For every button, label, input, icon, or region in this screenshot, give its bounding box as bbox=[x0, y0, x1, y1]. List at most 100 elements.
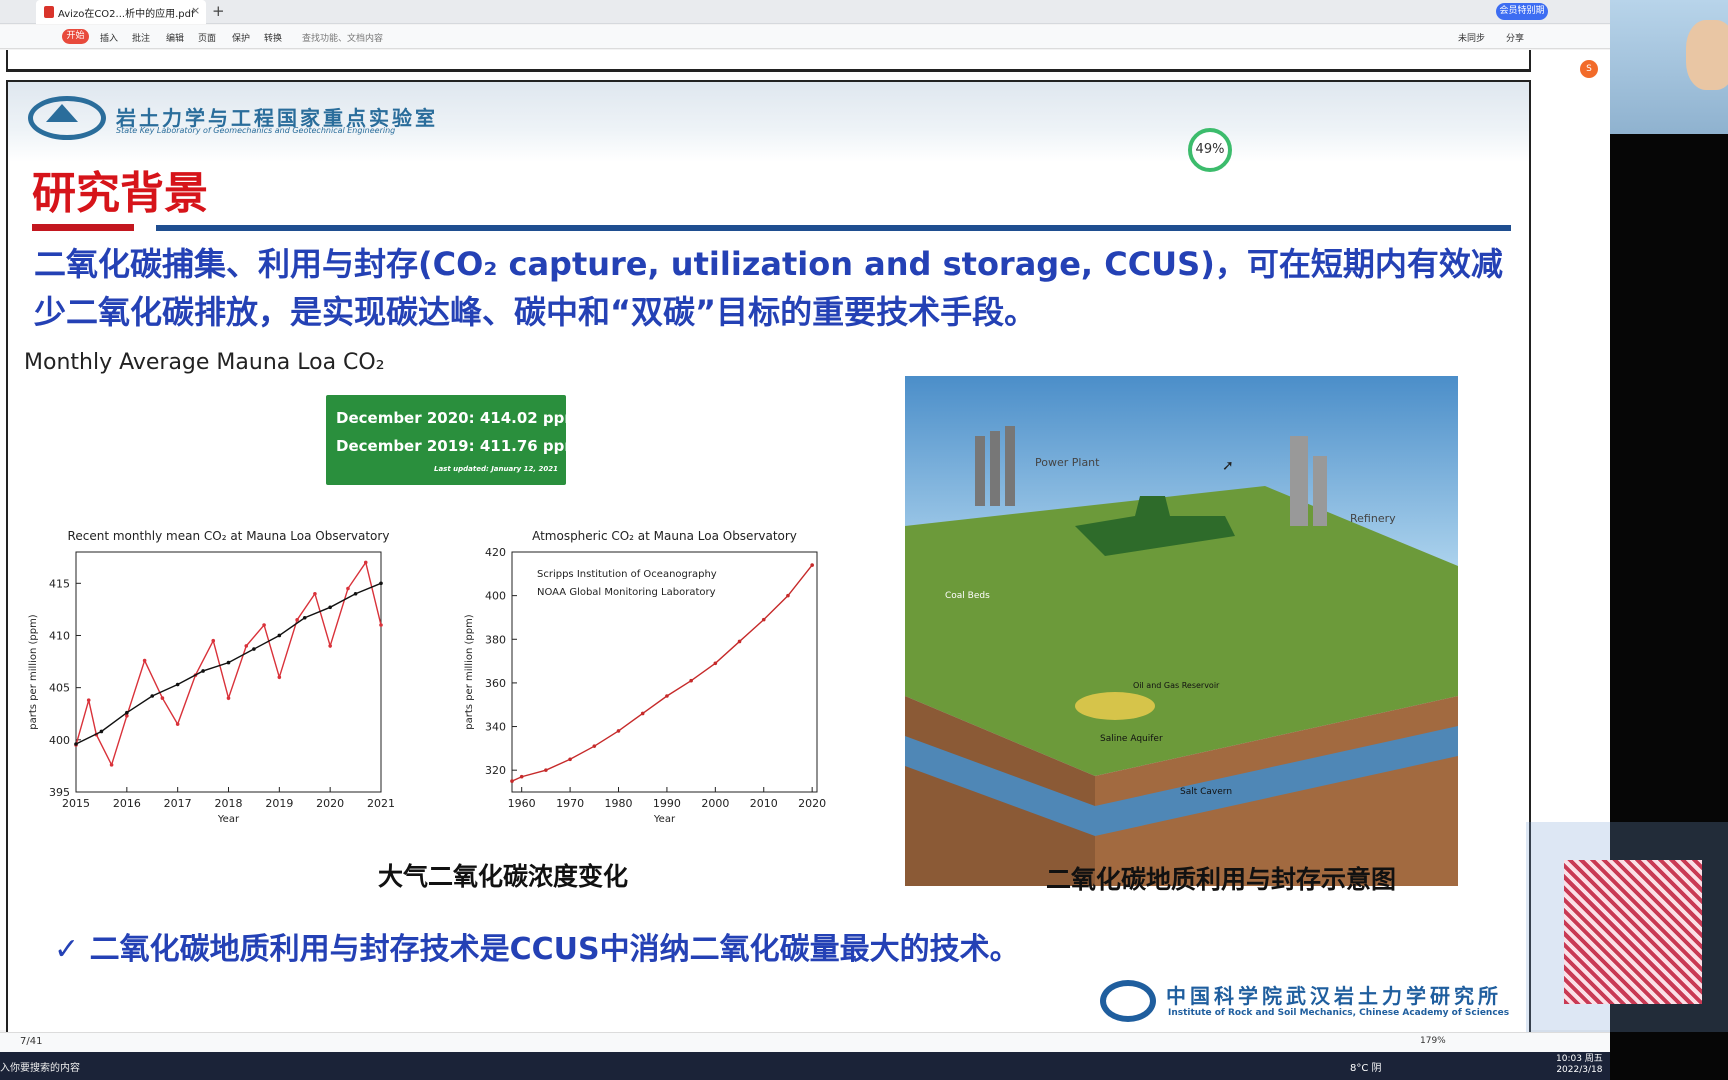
mountain-icon bbox=[46, 104, 78, 122]
data-point bbox=[510, 779, 514, 783]
y-tick-label: 320 bbox=[485, 764, 506, 777]
chart-title: Atmospheric CO₂ at Mauna Loa Observatory bbox=[532, 529, 797, 543]
data-point bbox=[592, 744, 597, 748]
menu-edit[interactable]: 编辑 bbox=[166, 31, 184, 44]
data-point bbox=[328, 605, 332, 610]
data-point bbox=[125, 714, 129, 718]
data-point bbox=[302, 615, 307, 620]
assistant-icon[interactable]: S bbox=[1580, 60, 1598, 78]
co2-dec-2020: December 2020: 414.02 ppm bbox=[336, 409, 581, 427]
page-number-field[interactable]: 7/41 bbox=[20, 1036, 70, 1050]
menu-protect[interactable]: 保护 bbox=[232, 31, 250, 44]
data-point bbox=[86, 698, 91, 702]
taskbar-search-text[interactable]: 入你要搜索的内容 bbox=[0, 1059, 80, 1074]
x-tick-label: 2016 bbox=[113, 797, 141, 810]
illus-power-plant: Power Plant bbox=[1035, 456, 1100, 469]
menu-start[interactable]: 开始 bbox=[62, 29, 89, 44]
y-axis-label: parts per million (ppm) bbox=[28, 614, 39, 730]
slide-page: 岩土力学与工程国家重点实验室 State Key Laboratory of G… bbox=[6, 80, 1531, 1035]
data-point bbox=[262, 623, 266, 627]
performance-gauge[interactable]: 49% bbox=[1188, 128, 1232, 172]
caption-left: 大气二氧化碳浓度变化 bbox=[378, 862, 629, 891]
chart-annotation: NOAA Global Monitoring Laboratory bbox=[537, 587, 716, 598]
illus-refinery: Refinery bbox=[1350, 512, 1396, 525]
y-tick-label: 405 bbox=[49, 682, 70, 695]
y-tick-label: 420 bbox=[485, 546, 506, 559]
data-point bbox=[277, 633, 282, 638]
x-tick-label: 2020 bbox=[316, 797, 344, 810]
data-point bbox=[142, 658, 147, 663]
clock[interactable]: 10:03 周五 2022/3/18 bbox=[1556, 1054, 1603, 1076]
data-point bbox=[150, 694, 155, 698]
data-point bbox=[74, 742, 78, 746]
x-tick-label: 1980 bbox=[605, 797, 633, 810]
sync-status[interactable]: 未同步 bbox=[1458, 31, 1485, 44]
zoom-level[interactable]: 179% bbox=[1420, 1036, 1446, 1046]
data-point bbox=[640, 711, 645, 716]
data-point bbox=[175, 722, 180, 726]
vip-badge[interactable]: 会员特别期 bbox=[1496, 3, 1548, 20]
y-tick-label: 340 bbox=[485, 721, 506, 734]
data-point bbox=[689, 678, 693, 683]
y-tick-label: 400 bbox=[485, 590, 506, 603]
x-tick-label: 2000 bbox=[701, 797, 729, 810]
data-point bbox=[295, 618, 299, 622]
new-tab-button[interactable]: + bbox=[212, 2, 225, 20]
x-tick-label: 1990 bbox=[653, 797, 681, 810]
data-point bbox=[713, 661, 718, 666]
y-axis-label: parts per million (ppm) bbox=[464, 614, 475, 730]
data-point bbox=[363, 560, 368, 565]
illus-coal-beds: Coal Beds bbox=[945, 591, 990, 601]
data-point bbox=[277, 675, 282, 680]
caption-right: 二氧化碳地质利用与封存示意图 bbox=[1046, 865, 1397, 894]
chart-annotation: Scripps Institution of Oceanography bbox=[537, 569, 717, 580]
chart-title: Recent monthly mean CO₂ at Mauna Loa Obs… bbox=[68, 529, 390, 543]
x-tick-label: 2021 bbox=[367, 797, 395, 810]
data-point bbox=[125, 710, 129, 715]
menu-page[interactable]: 页面 bbox=[198, 31, 216, 44]
y-tick-label: 395 bbox=[49, 786, 70, 799]
lab-name-en: State Key Laboratory of Geomechanics and… bbox=[116, 126, 396, 135]
data-point bbox=[109, 763, 114, 767]
title-underline-blue bbox=[156, 225, 1511, 231]
menu-convert[interactable]: 转换 bbox=[264, 31, 282, 44]
last-updated: Last updated: January 12, 2021 bbox=[434, 465, 558, 473]
search-input[interactable]: 查找功能、文档内容 bbox=[302, 31, 383, 44]
slide-title: 研究背景 bbox=[32, 168, 208, 219]
ccus-illustration: Power Plant Refinery Coal Beds Oil and G… bbox=[905, 376, 1458, 886]
qr-code-icon bbox=[1564, 860, 1702, 1004]
data-point bbox=[786, 593, 790, 598]
tab-title: Avizo在CO2...析中的应用.pdf bbox=[58, 9, 195, 20]
intro-paragraph: 二氧化碳捕集、利用与封存(CO₂ capture, utilization an… bbox=[34, 245, 1503, 331]
data-point bbox=[810, 563, 814, 567]
data-point bbox=[379, 581, 383, 586]
illus-salt-cavern: Salt Cavern bbox=[1180, 787, 1232, 797]
data-point bbox=[346, 586, 350, 591]
x-tick-label: 2010 bbox=[750, 797, 778, 810]
tab-pdf-document[interactable]: Avizo在CO2...析中的应用.pdf × bbox=[36, 0, 206, 24]
ccus-diagram: Power Plant Refinery Coal Beds Oil and G… bbox=[905, 426, 1458, 886]
title-underline-red bbox=[32, 224, 134, 231]
key-point-bullet: ✓ 二氧化碳地质利用与封存技术是CCUS中消纳二氧化碳量最大的技术。 bbox=[54, 932, 1020, 967]
data-point bbox=[379, 623, 383, 627]
data-point bbox=[665, 694, 669, 698]
data-point bbox=[226, 660, 231, 665]
institute-name-en: Institute of Rock and Soil Mechanics, Ch… bbox=[1168, 1008, 1510, 1018]
co2-label: Monthly Average Mauna Loa CO₂ bbox=[24, 350, 385, 375]
clock-date: 2022/3/18 bbox=[1556, 1065, 1603, 1075]
co2-summary-box: December 2020: 414.02 ppm December 2019:… bbox=[326, 395, 580, 485]
x-tick-label: 2020 bbox=[798, 797, 826, 810]
weather-widget[interactable]: 8°C 阴 bbox=[1350, 1059, 1382, 1074]
data-point bbox=[226, 696, 231, 700]
data-point bbox=[252, 647, 256, 651]
x-tick-label: 2019 bbox=[265, 797, 293, 810]
illus-oil-gas: Oil and Gas Reservoir bbox=[1133, 681, 1220, 690]
data-point bbox=[99, 729, 104, 734]
close-icon[interactable]: × bbox=[191, 4, 200, 17]
x-tick-label: 1970 bbox=[556, 797, 584, 810]
y-tick-label: 415 bbox=[49, 577, 70, 590]
menu-insert[interactable]: 插入 bbox=[100, 31, 118, 44]
share-button[interactable]: 分享 bbox=[1506, 31, 1524, 44]
data-point bbox=[160, 696, 165, 700]
menu-annotate[interactable]: 批注 bbox=[132, 31, 150, 44]
